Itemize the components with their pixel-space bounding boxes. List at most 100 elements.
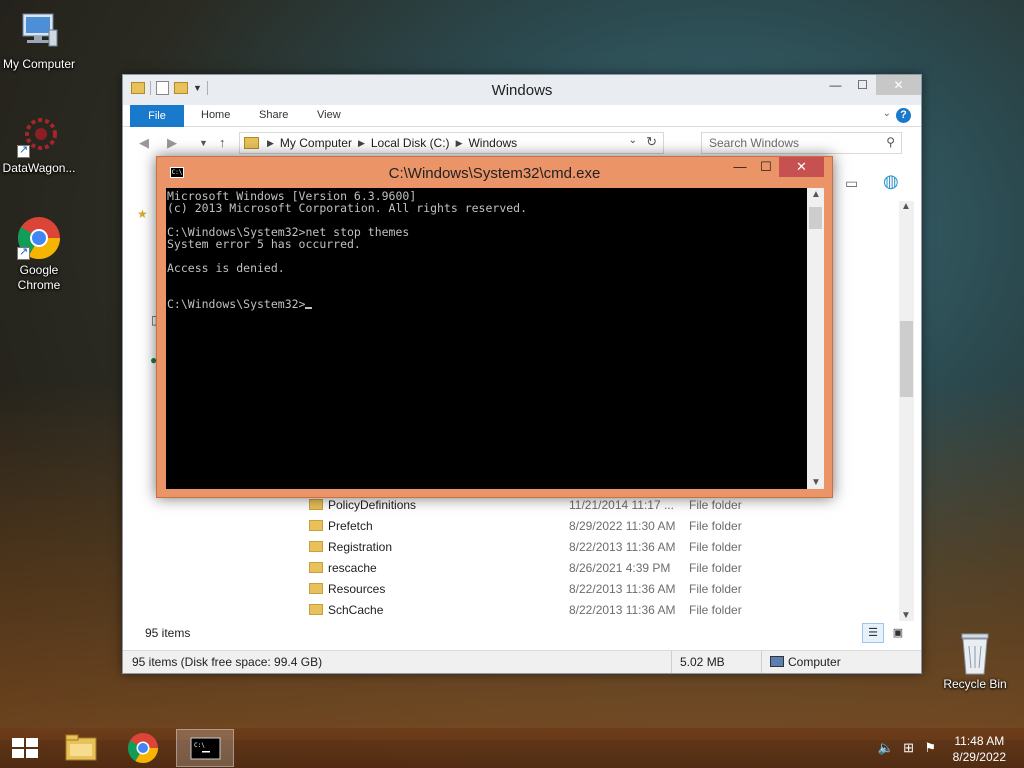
- desktop-icon-datawagon[interactable]: DataWagon...: [0, 114, 78, 176]
- folder-icon: [309, 583, 323, 594]
- search-input[interactable]: Search Windows ⚲: [701, 132, 902, 154]
- desktop-icon-label: DataWagon...: [2, 161, 76, 175]
- preview-pane-icon[interactable]: ▭: [845, 175, 858, 192]
- breadcrumb-windows[interactable]: Windows: [468, 136, 517, 150]
- file-list-scrollbar[interactable]: ▲ ▼: [899, 201, 914, 621]
- tab-file[interactable]: File: [130, 105, 184, 127]
- close-button[interactable]: ✕: [876, 75, 921, 95]
- clock-date: 8/29/2022: [952, 750, 1006, 764]
- favorites-star-icon[interactable]: ★: [137, 207, 148, 221]
- taskbar-file-explorer[interactable]: [52, 729, 110, 767]
- desktop-icon-label: Google Chrome: [17, 263, 61, 292]
- minimize-button[interactable]: —: [727, 157, 753, 177]
- large-icons-view-icon[interactable]: ▣: [887, 623, 909, 643]
- folder-icon: [309, 520, 323, 531]
- clock-time: 11:48 AM: [954, 734, 1005, 748]
- help-icon[interactable]: ?: [896, 108, 911, 123]
- cmd-window[interactable]: C:\ C:\Windows\System32\cmd.exe — ☐ ✕ Mi…: [156, 156, 833, 498]
- chevron-right-icon[interactable]: ▶: [358, 138, 365, 149]
- chrome-icon: [17, 216, 61, 260]
- scroll-up-icon[interactable]: ▲: [811, 189, 821, 200]
- address-bar[interactable]: ▶ My Computer ▶ Local Disk (C:) ▶ Window…: [239, 132, 664, 154]
- maximize-button[interactable]: ☐: [753, 157, 779, 177]
- maximize-button[interactable]: ☐: [849, 75, 876, 95]
- console-output[interactable]: Microsoft Windows [Version 6.3.9600] (c) …: [166, 188, 807, 489]
- breadcrumb-my-computer[interactable]: My Computer: [280, 136, 352, 150]
- network-icon[interactable]: ⊞: [903, 740, 914, 756]
- shortcut-arrow-icon: [17, 245, 30, 260]
- list-item[interactable]: PolicyDefinitions 11/21/2014 11:17 ... F…: [123, 495, 913, 516]
- shortcut-arrow-icon: [17, 143, 30, 158]
- scroll-up-icon[interactable]: ▲: [901, 201, 911, 212]
- file-date: 8/22/2013 11:36 AM: [569, 582, 676, 596]
- search-icon[interactable]: ⚲: [886, 135, 895, 149]
- window-title: Windows: [491, 82, 553, 99]
- refresh-icon[interactable]: ↻: [646, 134, 657, 150]
- console-line: Access is denied.: [167, 261, 285, 275]
- windows-logo-icon: [12, 738, 24, 747]
- chevron-down-icon[interactable]: ⌄: [629, 135, 637, 146]
- chevron-right-icon[interactable]: ▶: [267, 138, 274, 149]
- scrollbar-thumb[interactable]: [809, 207, 822, 229]
- file-type: File folder: [689, 519, 742, 533]
- clock[interactable]: 11:48 AM 8/29/2022: [953, 733, 1006, 765]
- list-item[interactable]: Registration 8/22/2013 11:36 AM File fol…: [123, 537, 913, 558]
- chevron-down-icon[interactable]: ⌄: [883, 108, 891, 119]
- console-line: System error 5 has occurred.: [167, 237, 361, 251]
- text-cursor: [305, 307, 313, 309]
- ribbon-tabs: File Home Share View ⌄ ?: [123, 105, 921, 127]
- tab-home[interactable]: Home: [201, 109, 230, 121]
- list-item[interactable]: Prefetch 8/29/2022 11:30 AM File folder: [123, 516, 913, 537]
- cmd-scrollbar[interactable]: ▲ ▼: [807, 188, 824, 489]
- chevron-right-icon[interactable]: ▶: [456, 138, 463, 149]
- minimize-button[interactable]: —: [822, 75, 849, 95]
- recycle-bin-icon: [953, 630, 997, 675]
- volume-muted-icon[interactable]: 🔈: [878, 740, 894, 756]
- file-name: Prefetch: [328, 519, 373, 533]
- taskbar-chrome[interactable]: [114, 729, 172, 767]
- file-date: 11/21/2014 11:17 ...: [569, 498, 674, 512]
- details-view-icon[interactable]: ☰: [862, 623, 884, 643]
- cmd-title-bar[interactable]: C:\ C:\Windows\System32\cmd.exe — ☐ ✕: [157, 157, 832, 188]
- recent-locations-icon[interactable]: ▼: [199, 138, 208, 148]
- back-icon[interactable]: ◀: [139, 135, 149, 151]
- file-date: 8/29/2022 11:30 AM: [569, 519, 676, 533]
- file-type: File folder: [689, 498, 742, 512]
- taskbar-cmd[interactable]: C:\: [176, 729, 234, 767]
- action-center-icon[interactable]: ⚑: [924, 740, 936, 756]
- status-location: Computer: [761, 651, 849, 673]
- folder-icon: [309, 499, 323, 510]
- start-button[interactable]: [12, 738, 38, 758]
- scroll-down-icon[interactable]: ▼: [811, 477, 821, 488]
- globe-icon[interactable]: ◍: [883, 171, 899, 192]
- desktop-icon-my-computer[interactable]: My Computer: [0, 10, 78, 72]
- console-prompt-line[interactable]: C:\Windows\System32>: [167, 298, 807, 310]
- folder-icon: [244, 137, 259, 149]
- up-arrow-icon[interactable]: ↑: [219, 135, 226, 150]
- explorer-title-bar[interactable]: ▼ Windows — ☐ ✕: [123, 75, 921, 105]
- list-item[interactable]: SchCache 8/22/2013 11:36 AM File folder: [123, 600, 913, 621]
- folder-icon: [309, 562, 323, 573]
- file-explorer-icon: [65, 734, 97, 761]
- status-bar: 95 items (Disk free space: 99.4 GB) 5.02…: [123, 650, 921, 673]
- tab-share[interactable]: Share: [259, 109, 288, 121]
- taskbar: C:\ 🔈 ⊞ ⚑ 11:48 AM 8/29/2022: [0, 728, 1024, 768]
- desktop-icon-label: Recycle Bin: [943, 677, 1007, 691]
- list-item[interactable]: Resources 8/22/2013 11:36 AM File folder: [123, 579, 913, 600]
- desktop-icon-google-chrome[interactable]: Google Chrome: [0, 216, 78, 293]
- file-name: PolicyDefinitions: [328, 498, 417, 512]
- items-count: 95 items: [145, 626, 191, 640]
- file-name: Registration: [328, 540, 393, 554]
- file-date: 8/22/2013 11:36 AM: [569, 603, 676, 617]
- file-date: 8/26/2021 4:39 PM: [569, 561, 671, 575]
- scroll-down-icon[interactable]: ▼: [901, 610, 911, 621]
- forward-icon[interactable]: ▶: [167, 135, 177, 151]
- list-item[interactable]: rescache 8/26/2021 4:39 PM File folder: [123, 558, 913, 579]
- close-button[interactable]: ✕: [779, 157, 824, 177]
- desktop-icon-recycle-bin[interactable]: Recycle Bin: [936, 630, 1014, 692]
- status-size: 5.02 MB: [671, 651, 733, 673]
- breadcrumb-local-disk[interactable]: Local Disk (C:): [371, 136, 450, 150]
- scrollbar-thumb[interactable]: [900, 321, 913, 397]
- tab-view[interactable]: View: [317, 109, 341, 121]
